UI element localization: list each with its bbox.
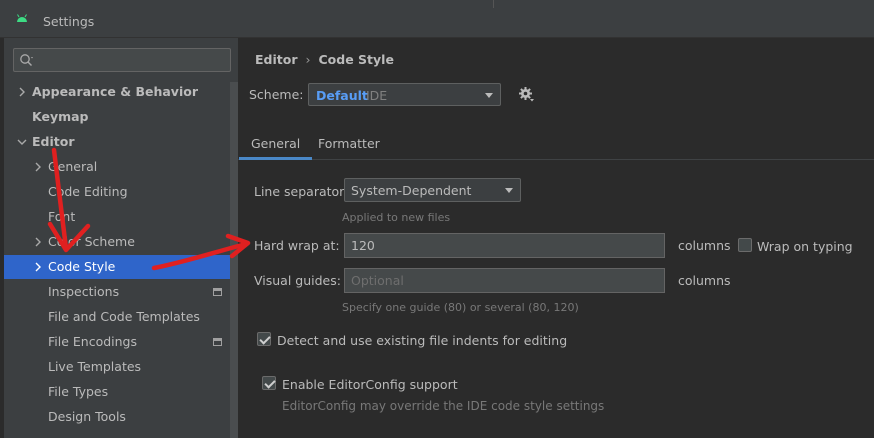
sidebar-item-label: Color Scheme: [48, 234, 135, 249]
sidebar-item-label: Code Editing: [48, 184, 128, 199]
line-separator-value: System-Dependent: [351, 183, 472, 198]
sidebar-item-label: File Encodings: [48, 334, 138, 349]
sidebar-item-code-editing[interactable]: Code Editing: [4, 180, 230, 204]
tab-bar: General Formatter: [238, 130, 874, 160]
tab-general[interactable]: General: [239, 130, 313, 160]
sidebar-item-file-encodings[interactable]: File Encodings: [4, 330, 230, 354]
line-separator-label: Line separator:: [254, 184, 349, 199]
main-panel: Editor › Code Style Scheme: Default IDE Ge…: [238, 38, 874, 438]
sidebar-item-label: Inspections: [48, 284, 120, 299]
sidebar-item-label: Appearance & Behavior: [32, 84, 198, 99]
android-icon: [17, 14, 27, 22]
visual-guides-hint: Specify one guide (80) or several (80, 1…: [342, 301, 579, 314]
sidebar-item-inspections[interactable]: Inspections: [4, 280, 230, 304]
scheme-sub: IDE: [366, 88, 388, 103]
sidebar-item-design-tools[interactable]: Design Tools: [4, 405, 230, 429]
gear-icon[interactable]: [518, 86, 535, 103]
window-title: Settings: [43, 14, 95, 29]
editorconfig-hint: EditorConfig may override the IDE code s…: [282, 399, 605, 413]
hard-wrap-input[interactable]: [351, 237, 651, 254]
sidebar-item-label: File and Code Templates: [48, 309, 200, 324]
sidebar-item-label: Editor: [32, 134, 75, 149]
line-separator-hint: Applied to new files: [342, 211, 451, 224]
editorconfig-label[interactable]: Enable EditorConfig support: [282, 377, 458, 392]
breadcrumb-current: Code Style: [318, 52, 394, 67]
breadcrumb-parent[interactable]: Editor: [255, 52, 298, 67]
scheme-label: Scheme:: [249, 87, 304, 102]
project-scope-icon: [213, 338, 222, 346]
line-separator-dropdown[interactable]: System-Dependent: [344, 178, 521, 202]
scheme-dropdown[interactable]: Default IDE: [308, 83, 501, 106]
chevron-right-icon[interactable]: [16, 80, 28, 104]
chevron-down-icon: [485, 93, 493, 98]
sidebar-item-editor[interactable]: Editor: [4, 130, 230, 154]
visual-guides-input[interactable]: [351, 272, 651, 289]
sidebar-item-label: Live Templates: [48, 359, 142, 374]
sidebar-item-general[interactable]: General: [4, 155, 230, 179]
divider: [493, 0, 494, 8]
hard-wrap-unit: columns: [678, 238, 731, 253]
settings-sidebar: Appearance & Behavior Keymap Editor General…: [4, 38, 238, 438]
sidebar-item-color-scheme[interactable]: Color Scheme: [4, 230, 230, 254]
sidebar-item-label: Design Tools: [48, 409, 126, 424]
editorconfig-checkbox[interactable]: [262, 376, 276, 390]
sidebar-item-label: Code Style: [48, 259, 116, 274]
detect-indents-label[interactable]: Detect and use existing file indents for…: [277, 333, 567, 348]
search-icon: [20, 54, 33, 66]
sidebar-item-keymap[interactable]: Keymap: [4, 105, 230, 129]
search-box[interactable]: [13, 48, 231, 72]
tab-formatter[interactable]: Formatter: [306, 130, 392, 160]
wrap-on-typing-label[interactable]: Wrap on typing: [757, 239, 853, 254]
sidebar-item-appearance-behavior[interactable]: Appearance & Behavior: [4, 80, 230, 104]
sidebar-item-file-and-code-templates[interactable]: File and Code Templates: [4, 305, 230, 329]
visual-guides-unit: columns: [678, 273, 731, 288]
sidebar-scrollbar[interactable]: [230, 82, 238, 438]
sidebar-item-label: File Types: [48, 384, 109, 399]
search-input[interactable]: [38, 51, 226, 69]
sidebar-item-label: Keymap: [32, 109, 89, 124]
visual-guides-field[interactable]: [344, 268, 665, 293]
breadcrumb-separator: ›: [305, 52, 311, 67]
breadcrumb: Editor › Code Style: [255, 52, 394, 67]
hard-wrap-field[interactable]: [344, 233, 665, 258]
scheme-value: Default: [316, 88, 368, 103]
sidebar-item-font[interactable]: Font: [4, 205, 230, 229]
sidebar-item-file-types[interactable]: File Types: [4, 380, 230, 404]
sidebar-item-label: General: [48, 159, 98, 174]
wrap-on-typing-checkbox[interactable]: [738, 238, 752, 252]
sidebar-item-live-templates[interactable]: Live Templates: [4, 355, 230, 379]
sidebar-item-label: Font: [48, 209, 76, 224]
hard-wrap-label: Hard wrap at:: [254, 238, 340, 253]
detect-indents-checkbox[interactable]: [257, 332, 271, 346]
chevron-down-icon[interactable]: [16, 130, 28, 154]
title-bar: Settings: [0, 0, 874, 38]
chevron-right-icon[interactable]: [32, 155, 44, 179]
chevron-right-icon[interactable]: [32, 230, 44, 254]
project-scope-icon: [213, 288, 222, 296]
chevron-down-icon: [505, 188, 513, 193]
chevron-right-icon[interactable]: [32, 255, 44, 279]
sidebar-item-code-style[interactable]: Code Style: [4, 255, 230, 279]
visual-guides-label: Visual guides:: [254, 273, 341, 288]
